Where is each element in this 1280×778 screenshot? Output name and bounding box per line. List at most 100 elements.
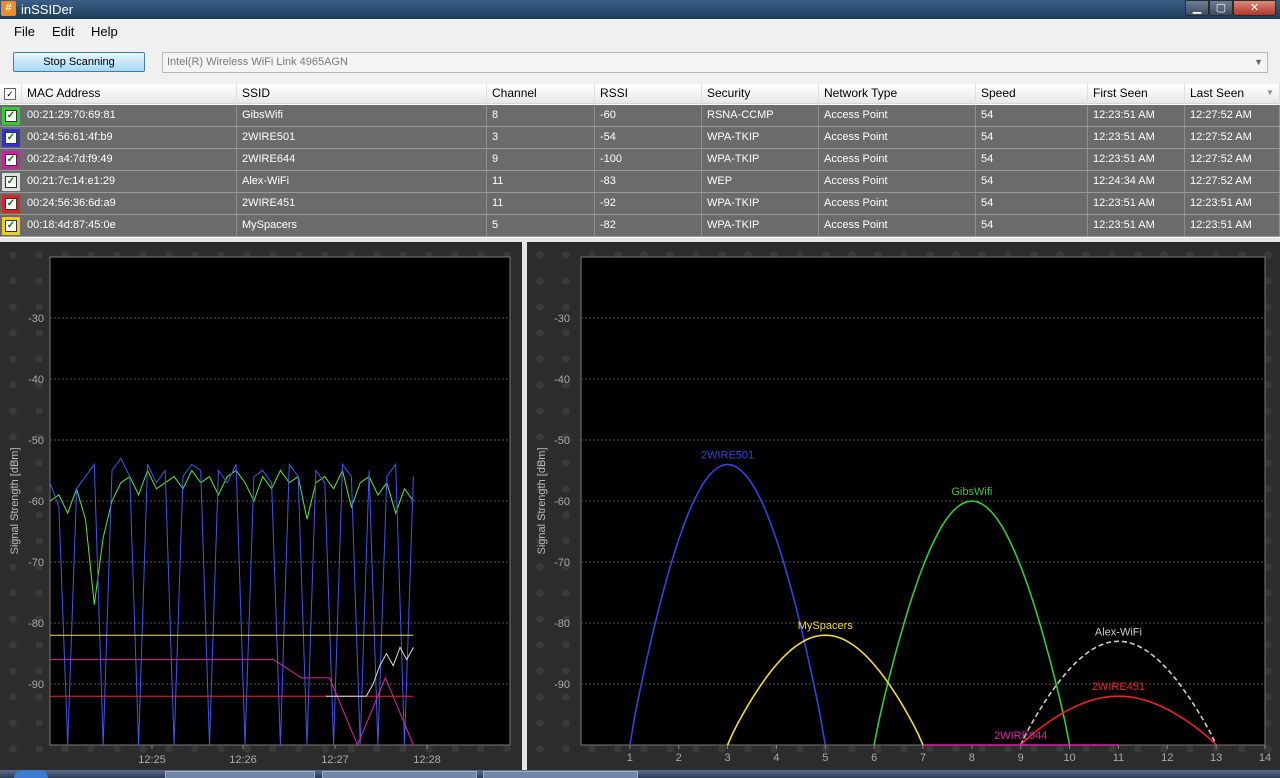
stop-scanning-button[interactable]: Stop Scanning xyxy=(13,52,145,72)
cell-security: WPA-TKIP xyxy=(702,149,819,170)
cell-first: 12:23:51 AM xyxy=(1088,215,1185,236)
adapter-value: Intel(R) Wireless WiFi Link 4965AGN xyxy=(167,56,348,68)
cell-speed: 54 xyxy=(976,127,1088,148)
channel-graph: -30-40-50-60-70-80-901 2 3 4 5 6 7 8 9 10 11 12 13 14… xyxy=(536,256,1271,764)
y-tick-label: -90 xyxy=(28,679,44,691)
cell-channel: 5 xyxy=(487,215,595,236)
x-tick-label: 5 xyxy=(822,752,828,764)
cell-security: WEP xyxy=(702,171,819,192)
minimize-button[interactable]: ▁ xyxy=(1185,0,1209,16)
col-channel[interactable]: Channel xyxy=(487,84,595,104)
row-color-checkbox[interactable]: ✓ xyxy=(2,151,20,169)
table-row[interactable]: ✓ 00:21:7c:14:e1:29 Alex-WiFi 11 -83 WEP Acces… xyxy=(0,171,1280,193)
chevron-down-icon: ▼ xyxy=(1254,57,1263,67)
col-speed[interactable]: Speed xyxy=(976,84,1088,104)
cell-rssi: -92 xyxy=(595,193,702,214)
start-button[interactable] xyxy=(14,770,48,778)
cell-last: 12:27:52 AM xyxy=(1185,127,1280,148)
series-label: GibsWifi xyxy=(951,486,992,498)
cell-ssid: MySpacers xyxy=(237,215,487,236)
cell-last: 12:23:51 AM xyxy=(1185,193,1280,214)
adapter-select[interactable]: Intel(R) Wireless WiFi Link 4965AGN ▼ xyxy=(162,52,1268,73)
table-row[interactable]: ✓ 00:18:4d:87:45:0e MySpacers 5 -82 WPA-TKIP A… xyxy=(0,215,1280,237)
select-all-checkbox[interactable]: ✓ xyxy=(4,88,16,100)
y-tick-label: -30 xyxy=(28,313,44,325)
cell-rssi: -60 xyxy=(595,105,702,126)
menu-help[interactable]: Help xyxy=(91,24,118,39)
check-icon: ✓ xyxy=(5,220,17,232)
cell-last: 12:27:52 AM xyxy=(1185,171,1280,192)
select-all-cell[interactable]: ✓ xyxy=(0,84,22,104)
y-tick-label: -90 xyxy=(554,679,570,691)
table-row[interactable]: ✓ 00:24:56:61:4f:b9 2WIRE501 3 -54 WPA-TKIP Ac… xyxy=(0,127,1280,149)
cell-speed: 54 xyxy=(976,171,1088,192)
check-icon: ✓ xyxy=(5,176,17,188)
row-color-checkbox[interactable]: ✓ xyxy=(2,173,20,191)
y-axis-label: Signal Strength [dBm] xyxy=(536,447,548,554)
col-rssi[interactable]: RSSI xyxy=(595,84,702,104)
cell-type: Access Point xyxy=(819,193,976,214)
col-mac[interactable]: MAC Address xyxy=(22,84,237,104)
x-tick-label: 3 xyxy=(725,752,731,764)
cell-rssi: -82 xyxy=(595,215,702,236)
row-color-checkbox[interactable]: ✓ xyxy=(2,107,20,125)
cell-mac: 00:21:7c:14:e1:29 xyxy=(22,171,237,192)
sort-desc-icon: ▼ xyxy=(1266,88,1274,97)
x-tick-label: 12:25 xyxy=(138,754,166,766)
table-row[interactable]: ✓ 00:24:56:36:6d:a9 2WIRE451 11 -92 WPA-TKIP A… xyxy=(0,193,1280,215)
cell-speed: 54 xyxy=(976,193,1088,214)
y-tick-label: -70 xyxy=(554,557,570,569)
cell-last: 12:27:52 AM xyxy=(1185,149,1280,170)
cell-mac: 00:22:a4:7d:f9:49 xyxy=(22,149,237,170)
menu-edit[interactable]: Edit xyxy=(52,24,74,39)
cell-ssid: 2WIRE644 xyxy=(237,149,487,170)
cell-first: 12:23:51 AM xyxy=(1088,105,1185,126)
minimize-icon: ▁ xyxy=(1192,2,1202,14)
x-tick-label: 1 xyxy=(627,752,633,764)
taskbar-item[interactable] xyxy=(483,771,638,778)
cell-type: Access Point xyxy=(819,171,976,192)
maximize-button[interactable]: ▢ xyxy=(1209,0,1233,16)
cell-security: WPA-TKIP xyxy=(702,127,819,148)
close-button[interactable]: ✕ xyxy=(1233,0,1276,16)
row-color-checkbox[interactable]: ✓ xyxy=(2,217,20,235)
col-security[interactable]: Security xyxy=(702,84,819,104)
x-tick-label: 12:28 xyxy=(413,754,441,766)
cell-rssi: -83 xyxy=(595,171,702,192)
series-label: 2WIRE644 xyxy=(994,730,1047,742)
cell-type: Access Point xyxy=(819,215,976,236)
maximize-icon: ▢ xyxy=(1215,2,1227,14)
y-tick-label: -40 xyxy=(554,374,570,386)
series-label: MySpacers xyxy=(798,620,854,632)
window-title: inSSIDer xyxy=(21,2,74,17)
cell-type: Access Point xyxy=(819,105,976,126)
check-icon: ✓ xyxy=(5,110,17,122)
row-color-checkbox[interactable]: ✓ xyxy=(2,129,20,147)
cell-mac: 00:18:4d:87:45:0e xyxy=(22,215,237,236)
taskbar-item[interactable] xyxy=(322,771,477,778)
y-tick-label: -30 xyxy=(554,313,570,325)
y-axis-label: Signal Strength [dBm] xyxy=(9,447,21,554)
title-bar: # inSSIDer ▁ ▢ ✕ xyxy=(0,0,1280,19)
cell-first: 12:23:51 AM xyxy=(1088,149,1185,170)
cell-last: 12:23:51 AM xyxy=(1185,215,1280,236)
cell-speed: 54 xyxy=(976,105,1088,126)
cell-security: RSNA-CCMP xyxy=(702,105,819,126)
table-row[interactable]: ✓ 00:22:a4:7d:f9:49 2WIRE644 9 -100 WPA-TKIP A… xyxy=(0,149,1280,171)
cell-channel: 9 xyxy=(487,149,595,170)
cell-security: WPA-TKIP xyxy=(702,193,819,214)
cell-first: 12:24:34 AM xyxy=(1088,171,1185,192)
col-ssid[interactable]: SSID xyxy=(237,84,487,104)
col-network-type[interactable]: Network Type xyxy=(819,84,976,104)
table-row[interactable]: ✓ 00:21:29:70:69:81 GibsWifi 8 -60 RSNA-CCMP A… xyxy=(0,105,1280,127)
cell-channel: 11 xyxy=(487,171,595,192)
y-tick-label: -50 xyxy=(28,435,44,447)
col-first-seen[interactable]: First Seen xyxy=(1088,84,1185,104)
taskbar-item[interactable] xyxy=(165,771,315,778)
check-icon: ✓ xyxy=(5,132,17,144)
channel-graph-pane: -30 -40 -50 -60 -70 -80 -90 1 2 3 4 5 6 7 8 9 10 11 12 13 14… xyxy=(527,242,1280,770)
x-tick-label: 8 xyxy=(969,752,975,764)
row-color-checkbox[interactable]: ✓ xyxy=(2,195,20,213)
app-icon: # xyxy=(1,1,16,16)
menu-file[interactable]: File xyxy=(14,24,35,39)
